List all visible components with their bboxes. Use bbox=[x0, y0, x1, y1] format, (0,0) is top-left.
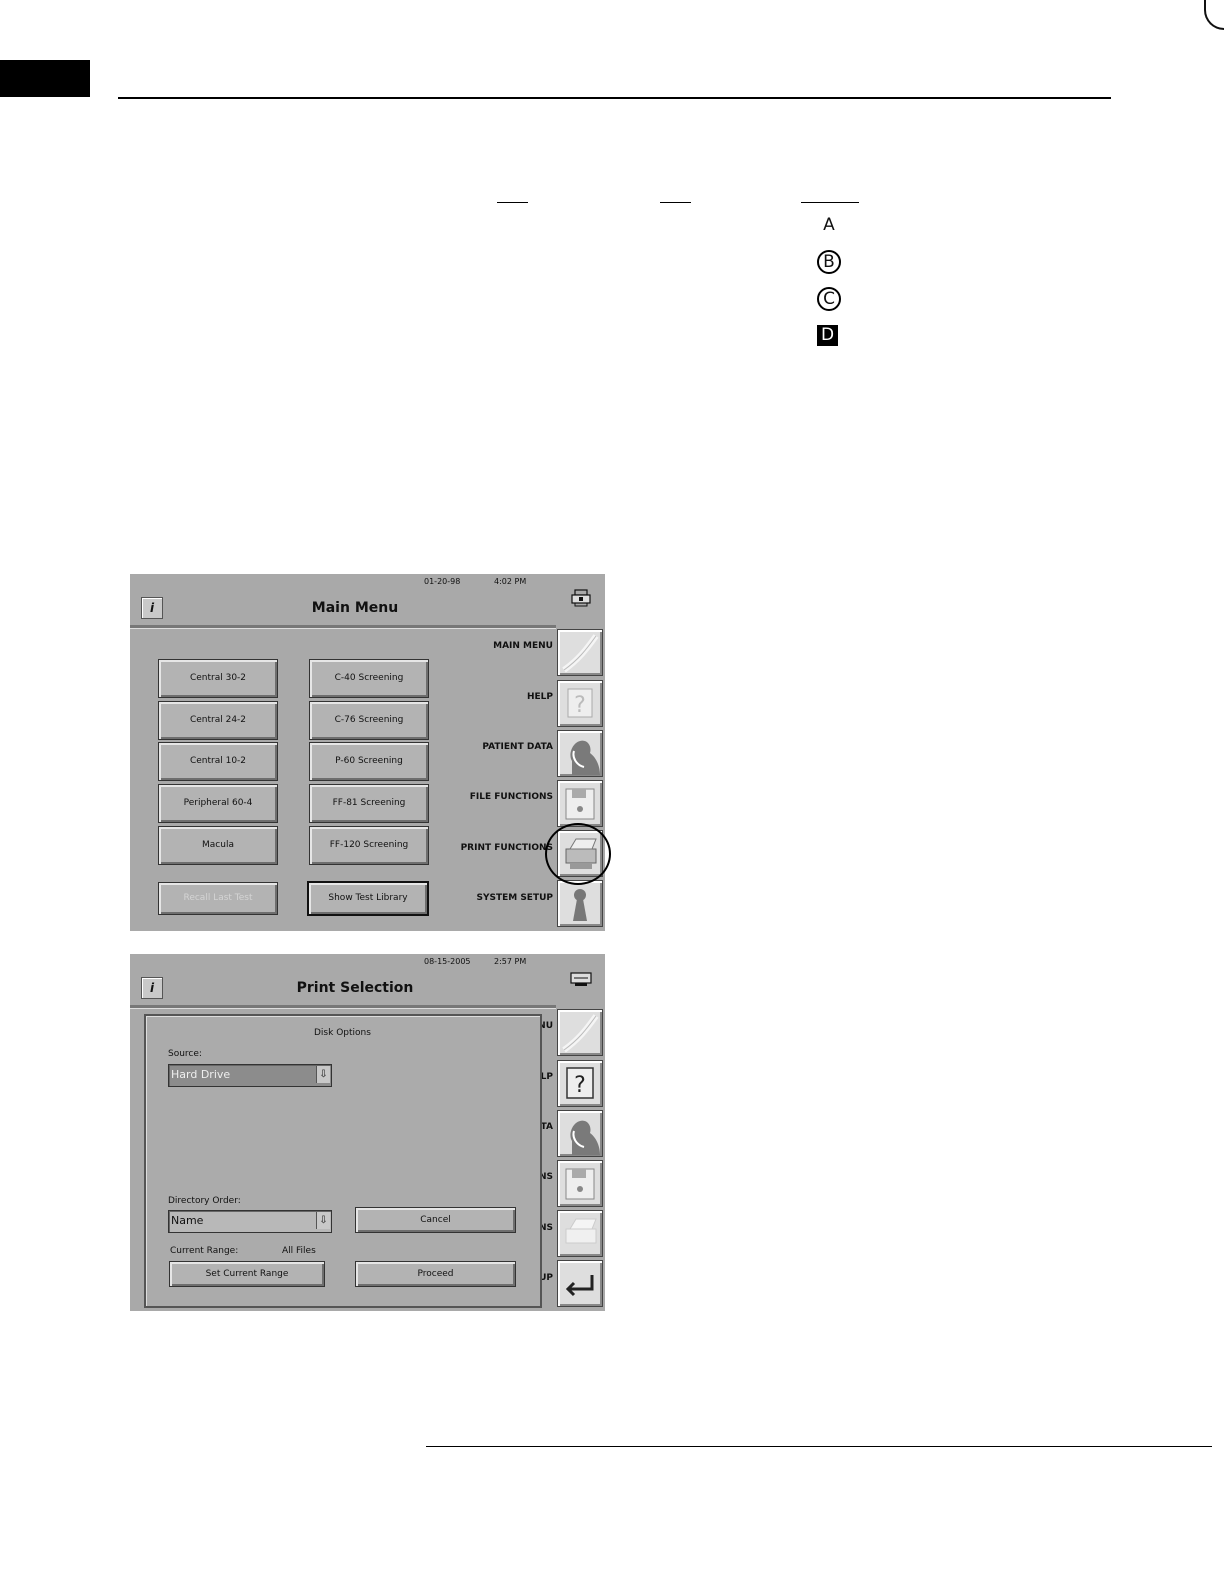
printer-icon bbox=[570, 972, 592, 986]
test-button[interactable]: Central 30-2 bbox=[158, 659, 278, 698]
test-button[interactable]: Central 24-2 bbox=[158, 701, 278, 740]
help-icon: ? bbox=[567, 688, 593, 718]
svg-text:?: ? bbox=[574, 1073, 586, 1098]
show-test-library-button[interactable]: Show Test Library bbox=[307, 881, 429, 916]
sidebar-item-file-functions[interactable] bbox=[557, 780, 603, 827]
dropdown-arrow-icon: ⇩ bbox=[316, 1212, 330, 1229]
sidebar-item-main-menu[interactable] bbox=[557, 1009, 603, 1056]
chapter-tab bbox=[0, 60, 90, 97]
column-rule-2 bbox=[660, 202, 691, 203]
symbol-circled: B bbox=[817, 250, 841, 274]
svg-text:?: ? bbox=[574, 693, 586, 718]
printer-icon bbox=[565, 1218, 597, 1244]
print-selection-screenshot: 08-15-2005 2:57 PM i Print Selection NU … bbox=[130, 954, 605, 1311]
directory-order-value: Name bbox=[171, 1214, 204, 1227]
sidebar-label-patient-data: PATIENT DATA bbox=[482, 742, 553, 752]
highlight-circle bbox=[545, 823, 611, 885]
header-rule bbox=[118, 97, 1111, 99]
main-menu-screenshot: 01-20-98 4:02 PM i Main Menu Central 30-… bbox=[130, 574, 605, 931]
sidebar-label-main-menu: MAIN MENU bbox=[493, 641, 553, 651]
floppy-disk-icon bbox=[565, 1168, 595, 1200]
page-corner-arc bbox=[1204, 0, 1224, 30]
recall-last-test-button[interactable]: Recall Last Test bbox=[158, 882, 278, 915]
time-readout: 2:57 PM bbox=[494, 957, 527, 966]
sidebar-item-patient-data[interactable] bbox=[557, 1110, 603, 1157]
source-dropdown[interactable]: Hard Drive ⇩ bbox=[168, 1064, 332, 1087]
source-label: Source: bbox=[168, 1049, 202, 1059]
cancel-button[interactable]: Cancel bbox=[355, 1207, 516, 1233]
date-readout: 01-20-98 bbox=[424, 577, 461, 586]
date-readout: 08-15-2005 bbox=[424, 957, 471, 966]
source-value: Hard Drive bbox=[171, 1068, 231, 1081]
test-button[interactable]: Peripheral 60-4 bbox=[158, 784, 278, 823]
test-button[interactable]: FF-81 Screening bbox=[309, 784, 429, 823]
sidebar-label-help: HELP bbox=[526, 692, 553, 702]
test-button[interactable]: P-60 Screening bbox=[309, 742, 429, 781]
test-button[interactable]: C-76 Screening bbox=[309, 701, 429, 740]
printer-lock-icon bbox=[571, 589, 591, 607]
directory-order-label: Directory Order: bbox=[168, 1196, 241, 1206]
sidebar: ? bbox=[556, 627, 605, 931]
sidebar-item-system-setup[interactable] bbox=[557, 880, 603, 927]
help-icon: ? bbox=[566, 1067, 594, 1099]
floppy-disk-icon bbox=[565, 788, 595, 820]
set-current-range-button[interactable]: Set Current Range bbox=[169, 1261, 325, 1287]
info-button[interactable]: i bbox=[141, 977, 163, 999]
disk-options-dialog: Disk Options Source: Hard Drive ⇩ Direct… bbox=[144, 1014, 542, 1308]
sidebar-label-print-functions: PRINT FUNCTIONS bbox=[460, 843, 553, 853]
title-rule bbox=[130, 1005, 556, 1009]
main-menu-icon bbox=[562, 634, 599, 673]
current-range-value: All Files bbox=[282, 1246, 316, 1256]
test-button[interactable]: C-40 Screening bbox=[309, 659, 429, 698]
sidebar-item-print-functions[interactable] bbox=[557, 1210, 603, 1257]
current-range-label: Current Range: bbox=[170, 1246, 239, 1256]
directory-order-dropdown[interactable]: Name ⇩ bbox=[168, 1210, 332, 1233]
column-rule-1 bbox=[497, 202, 528, 203]
keyhole-icon bbox=[573, 889, 587, 921]
symbol-boxed: D bbox=[817, 325, 838, 346]
screen-title: Main Menu bbox=[311, 600, 399, 616]
patient-icon bbox=[570, 1120, 600, 1155]
sidebar-item-main-menu[interactable] bbox=[557, 629, 603, 676]
test-button[interactable]: FF-120 Screening bbox=[309, 826, 429, 865]
column-rule-3 bbox=[801, 202, 859, 203]
title-rule bbox=[130, 625, 556, 629]
sidebar-item-help[interactable]: ? bbox=[557, 680, 603, 727]
sidebar-item-help[interactable]: ? bbox=[557, 1060, 603, 1107]
symbol-circled: C bbox=[817, 287, 841, 311]
sidebar-label-fragment: TA bbox=[540, 1122, 553, 1132]
sidebar-label-file-functions: FILE FUNCTIONS bbox=[469, 792, 553, 802]
sidebar: ? bbox=[556, 1007, 605, 1311]
sidebar-label-system-setup: SYSTEM SETUP bbox=[476, 893, 553, 903]
patient-icon bbox=[570, 740, 600, 775]
sidebar-item-file-functions[interactable] bbox=[557, 1160, 603, 1207]
sidebar-item-back[interactable] bbox=[557, 1260, 603, 1307]
return-arrow-icon bbox=[565, 1275, 594, 1297]
dropdown-arrow-icon: ⇩ bbox=[316, 1066, 330, 1083]
sidebar-item-patient-data[interactable] bbox=[557, 730, 603, 777]
time-readout: 4:02 PM bbox=[494, 577, 527, 586]
screen-title: Print Selection bbox=[296, 980, 414, 996]
dialog-title: Disk Options bbox=[314, 1028, 371, 1038]
test-button[interactable]: Macula bbox=[158, 826, 278, 865]
proceed-button[interactable]: Proceed bbox=[355, 1261, 516, 1287]
symbol-plain: A bbox=[823, 215, 835, 235]
footer-rule bbox=[426, 1446, 1212, 1447]
test-button[interactable]: Central 10-2 bbox=[158, 742, 278, 781]
main-menu-icon bbox=[562, 1014, 599, 1053]
info-button[interactable]: i bbox=[141, 597, 163, 619]
